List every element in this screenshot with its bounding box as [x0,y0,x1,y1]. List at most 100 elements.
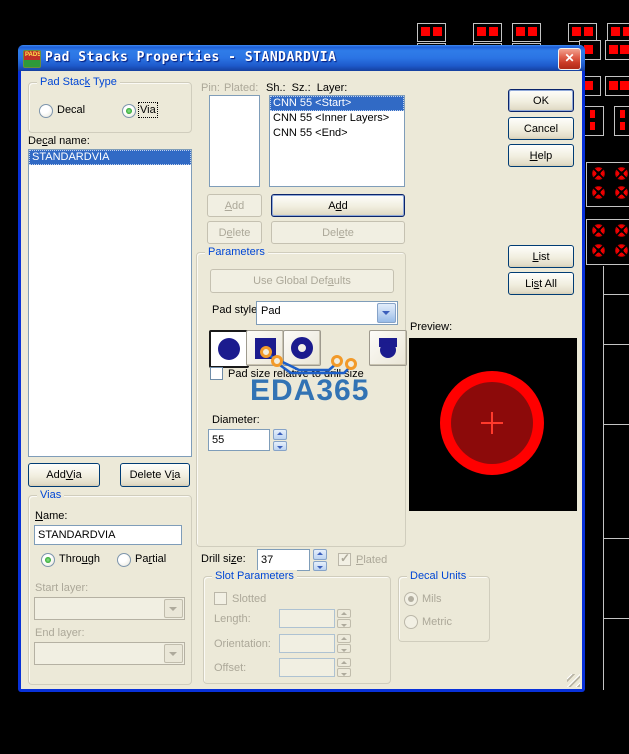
resize-grip[interactable] [567,674,580,687]
start-layer-combo [34,597,185,620]
pcb-trace-line [603,344,629,345]
dialog-title: Pad Stacks Properties - STANDARDVIA [45,50,336,65]
crosshair-icon [491,412,493,434]
length-spinner [337,609,351,628]
smd-pad-group [605,76,629,96]
decal-radio[interactable] [39,104,53,118]
spin-down-icon[interactable] [273,441,287,452]
eda365-watermark: EDA365 [250,374,369,408]
layer-list-header: Sh.: Sz.: Layer: [266,82,347,94]
smd-pad-group [512,23,541,42]
decal-list-item[interactable]: STANDARDVIA [29,150,191,165]
partial-radio[interactable] [117,553,131,567]
ok-button[interactable]: OK [508,89,574,112]
diameter-spinner[interactable] [273,429,287,451]
smd-pad-group [605,40,629,60]
length-input [279,609,335,628]
thermal-pad [592,186,605,199]
group-title: Vias [37,489,64,501]
offset-label: Offset: [214,662,246,674]
group-title: Pad Stack Type [37,76,120,88]
through-radio[interactable] [41,553,55,567]
mils-radio-label: Mils [422,593,442,605]
layer-list[interactable]: CNN 55 <Start> CNN 55 <Inner Layers> CNN… [269,95,405,187]
diameter-label: Diameter: [212,414,260,426]
decal-radio-label[interactable]: Decal [57,104,85,116]
spin-up-icon[interactable] [273,429,287,440]
add-via-button[interactable]: Add Via [28,463,100,487]
decal-name-list[interactable]: STANDARDVIA [28,149,192,457]
group-title: Parameters [205,246,268,258]
dialog-titlebar[interactable]: PADS Pad Stacks Properties - STANDARDVIA… [18,45,585,71]
layer-list-item[interactable]: CNN 55 <Start> [270,96,404,111]
smd-pad-group [473,23,502,42]
check-icon: ✓ [340,551,350,565]
pin-list[interactable] [209,95,260,187]
slotted-label: Slotted [232,593,266,605]
group-title: Slot Parameters [212,570,297,582]
use-global-defaults-button: Use Global Defaults [210,269,394,293]
chevron-down-icon [377,303,396,323]
list-all-button[interactable]: List All [508,272,574,295]
thermal-pad [592,167,605,180]
layer-list-item[interactable]: CNN 55 <End> [270,126,404,141]
chevron-down-icon [164,599,183,618]
end-layer-label: End layer: [35,627,85,639]
via-name-input[interactable] [34,525,182,545]
pcb-trace-line [603,618,629,619]
pcb-trace-line [603,266,604,690]
cancel-button[interactable]: Cancel [508,117,574,140]
thermal-pad [592,244,605,257]
via-radio-label[interactable]: Via [140,104,156,116]
slotted-checkbox [214,592,227,605]
end-layer-combo [34,642,185,665]
list-button[interactable]: List [508,245,574,268]
drill-size-spinner[interactable] [313,549,327,571]
metric-radio [404,615,418,629]
plated-column-label: Plated: [224,82,258,94]
close-icon: ✕ [564,51,574,65]
pad-style-value: Pad [261,305,281,317]
offset-input [279,658,335,677]
spin-up-icon[interactable] [313,549,327,560]
help-button[interactable]: Help [508,144,574,167]
drill-size-input[interactable] [257,549,310,571]
layer-list-item[interactable]: CNN 55 <Inner Layers> [270,111,404,126]
thermal-pad [615,244,628,257]
smd-pad-group [614,106,629,136]
pcb-trace-line [603,424,629,425]
preview-label: Preview: [410,321,452,333]
pcb-trace-line [603,538,629,539]
pad-style-combo[interactable]: Pad [256,301,398,325]
partial-radio-label[interactable]: Partial [135,553,166,565]
smd-pad-group [584,106,604,136]
through-radio-label[interactable]: Through [59,553,100,565]
close-button[interactable]: ✕ [558,48,581,70]
slot-parameters-group: Slot Parameters Slotted Length: Orientat… [203,576,391,684]
pad-style-label: Pad style: [212,304,260,316]
pcb-trace-line [603,294,629,295]
dialog-body: Pad Stack Type Decal Via Decal name: STA… [21,71,582,689]
layer-delete-button: Delete [271,221,405,244]
thermal-pad [615,186,628,199]
length-label: Length: [214,613,251,625]
drill-size-label: Drill size: [201,553,246,565]
orientation-spinner [337,634,351,653]
delete-via-button[interactable]: Delete Via [120,463,190,487]
thermal-pad [615,224,628,237]
thermal-pad [592,224,605,237]
layer-add-button[interactable]: Add [271,194,405,217]
orientation-input [279,634,335,653]
pad-stack-type-group: Pad Stack Type Decal Via [28,82,192,133]
diameter-input[interactable] [208,429,270,451]
pads-application-screen: PADS Pad Stacks Properties - STANDARDVIA… [0,0,629,754]
pads-app-icon: PADS [23,50,41,68]
plated-checkbox: ✓ [338,553,351,566]
plated-label: Plated [356,554,387,566]
decal-name-label: Decal name: [28,135,90,147]
pin-add-button: Add [207,194,262,217]
via-radio[interactable] [122,104,136,118]
vias-group: Vias Name: Through Partial Start layer: … [28,495,192,685]
pin-delete-button: Delete [207,221,262,244]
spin-down-icon[interactable] [313,561,327,572]
